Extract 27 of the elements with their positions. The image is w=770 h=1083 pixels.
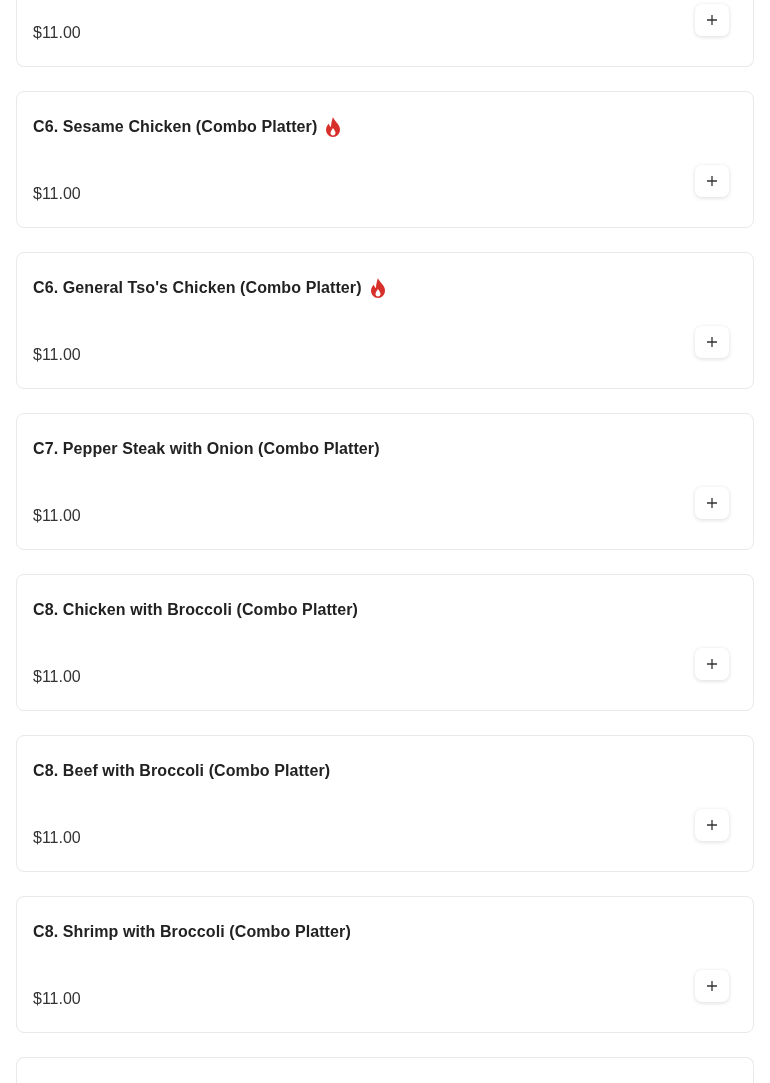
plus-icon [707,981,717,991]
item-title: C8. Shrimp with Broccoli (Combo Platter) [33,922,351,941]
add-button[interactable] [695,809,729,841]
item-price: $11.00 [33,667,81,687]
add-button[interactable] [695,487,729,519]
item-title: C7. Pepper Steak with Onion (Combo Platter) [33,439,380,458]
plus-icon [707,498,717,508]
add-button[interactable] [695,648,729,680]
plus-icon [707,15,717,25]
plus-icon [707,176,717,186]
item-price: $11.00 [33,828,81,848]
item-title: C8. Chicken with Broccoli (Combo Platter) [33,600,359,619]
item-title: C6. General Tso's Chicken (Combo Platter) [33,278,362,297]
item-price: $11.00 [33,506,81,526]
add-button[interactable] [695,4,729,36]
item-price: $11.00 [33,345,81,365]
item-title: C6. Sesame Chicken (Combo Platter) [33,117,318,136]
plus-icon [707,820,717,830]
item-price: $11.00 [33,989,81,1009]
item-price: $11.00 [33,184,81,204]
item-title: C8. Beef with Broccoli (Combo Platter) [33,761,331,780]
plus-icon [707,337,717,347]
add-button[interactable] [695,165,729,197]
plus-icon [707,659,717,669]
add-button[interactable] [695,970,729,1002]
item-price: $11.00 [33,23,81,43]
add-button[interactable] [695,326,729,358]
